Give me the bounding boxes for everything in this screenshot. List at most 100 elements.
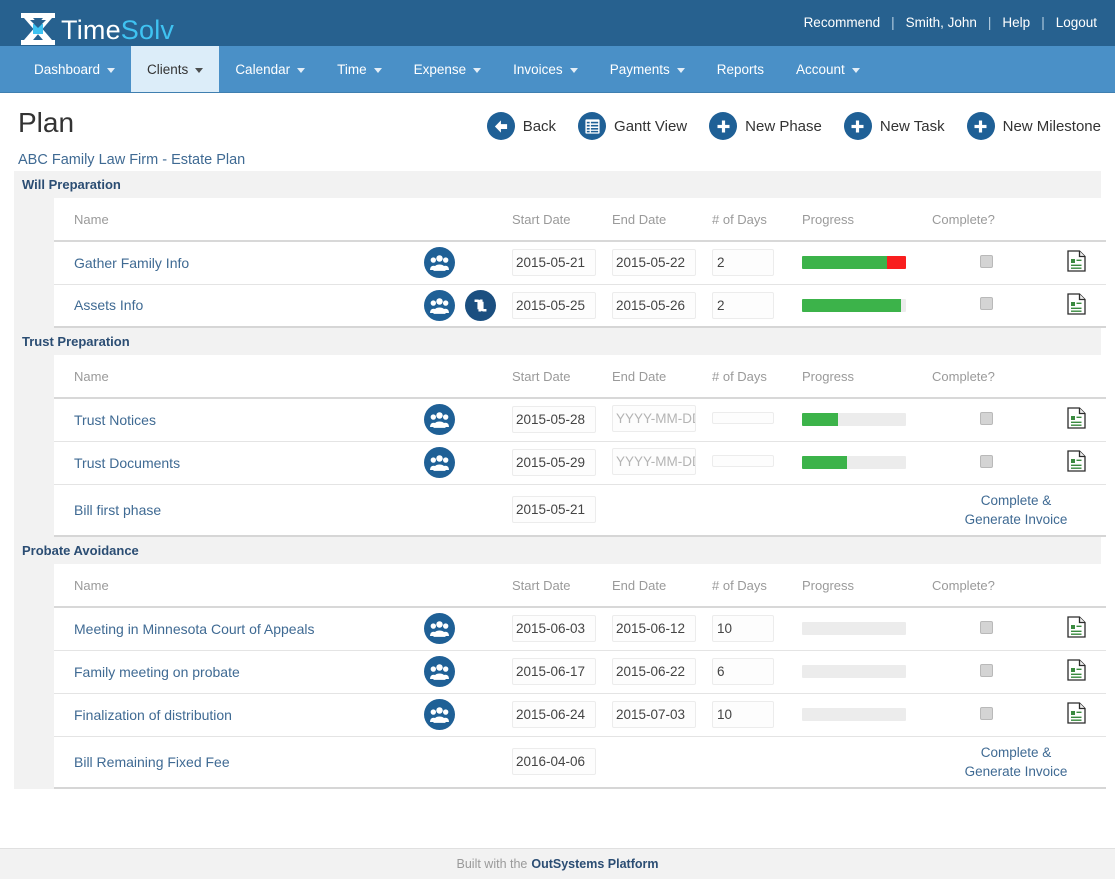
people-icon[interactable] [424, 699, 455, 730]
row-name-link[interactable]: Assets Info [74, 297, 143, 313]
start-date-input[interactable]: 2015-06-17 [512, 658, 596, 685]
new-milestone-button[interactable]: New Milestone [967, 112, 1101, 140]
days-input[interactable] [712, 412, 774, 424]
row-name-link[interactable]: Trust Notices [74, 412, 156, 428]
complete-checkbox[interactable] [980, 412, 993, 425]
progress-green-fill [802, 299, 901, 312]
people-icon[interactable] [424, 447, 455, 478]
end-date-cell [606, 736, 706, 788]
start-date-cell: 2015-05-21 [506, 241, 606, 284]
document-icon[interactable] [1067, 450, 1086, 475]
gantt-view-button[interactable]: Gantt View [578, 112, 687, 140]
nav-item-clients[interactable]: Clients [131, 46, 219, 92]
document-icon[interactable] [1067, 702, 1086, 727]
chevron-down-icon [570, 68, 578, 73]
logout-link[interactable]: Logout [1054, 15, 1099, 30]
complete-generate-invoice-link[interactable]: Complete &Generate Invoice [932, 743, 1100, 781]
recommend-link[interactable]: Recommend [802, 15, 883, 30]
people-icon[interactable] [424, 656, 455, 687]
new-task-button[interactable]: New Task [844, 112, 945, 140]
end-date-input[interactable]: YYYY-MM-DD [612, 448, 696, 475]
start-date-input[interactable]: 2015-05-21 [512, 496, 596, 523]
nav-item-reports[interactable]: Reports [701, 46, 780, 92]
end-date-input[interactable]: 2015-05-22 [612, 249, 696, 276]
user-link[interactable]: Smith, John [904, 15, 979, 30]
plan-section: Probate AvoidanceNameStart DateEnd Date#… [14, 537, 1101, 789]
nav-item-account[interactable]: Account [780, 46, 876, 92]
timesolv-logo[interactable]: TimeSolv [18, 0, 174, 46]
complete-checkbox[interactable] [980, 255, 993, 268]
new-phase-button[interactable]: New Phase [709, 112, 822, 140]
days-input[interactable]: 2 [712, 292, 774, 319]
days-input[interactable]: 6 [712, 658, 774, 685]
complete-checkbox[interactable] [980, 297, 993, 310]
table-row: Assets Info 2015-05-25 2015-05-26 2 [54, 284, 1106, 327]
nav-item-payments[interactable]: Payments [594, 46, 701, 92]
start-date-cell: 2015-06-24 [506, 693, 606, 736]
complete-generate-invoice-link[interactable]: Complete &Generate Invoice [932, 491, 1100, 529]
start-date-input[interactable]: 2015-05-21 [512, 249, 596, 276]
generate-invoice-line1: Complete & [981, 745, 1052, 760]
logo-solv-text: Solv [121, 15, 174, 45]
progress-bar [802, 708, 906, 721]
end-date-input[interactable]: 2015-07-03 [612, 701, 696, 728]
days-input[interactable]: 10 [712, 701, 774, 728]
people-icon[interactable] [424, 247, 455, 278]
end-date-input[interactable]: YYYY-MM-DD [612, 405, 696, 432]
progress-bar [802, 622, 906, 635]
complete-checkbox[interactable] [980, 621, 993, 634]
start-date-input[interactable]: 2015-05-28 [512, 406, 596, 433]
start-date-input[interactable]: 2015-06-24 [512, 701, 596, 728]
row-name-link[interactable]: Finalization of distribution [74, 707, 232, 723]
people-icon[interactable] [424, 290, 455, 321]
document-icon[interactable] [1067, 659, 1086, 684]
people-icon[interactable] [424, 404, 455, 435]
days-input[interactable]: 2 [712, 249, 774, 276]
people-icon[interactable] [424, 613, 455, 644]
row-name-link[interactable]: Gather Family Info [74, 255, 189, 271]
days-input[interactable] [712, 455, 774, 467]
action-label: New Milestone [1003, 118, 1101, 135]
progress-cell [796, 398, 926, 441]
complete-checkbox[interactable] [980, 707, 993, 720]
complete-cell [926, 607, 1046, 650]
back-button[interactable]: Back [487, 112, 556, 140]
document-icon[interactable] [1067, 293, 1086, 318]
end-date-input[interactable]: 2015-06-12 [612, 615, 696, 642]
progress-bar [802, 256, 906, 269]
table-row: Meeting in Minnesota Court of Appeals 201… [54, 607, 1106, 650]
complete-checkbox[interactable] [980, 664, 993, 677]
generate-invoice-line1: Complete & [981, 493, 1052, 508]
separator: | [979, 15, 1001, 30]
shekel-icon[interactable] [465, 290, 496, 321]
start-date-input[interactable]: 2016-04-06 [512, 748, 596, 775]
nav-item-calendar[interactable]: Calendar [219, 46, 321, 92]
days-input[interactable]: 10 [712, 615, 774, 642]
progress-cell [796, 607, 926, 650]
start-date-input[interactable]: 2015-05-25 [512, 292, 596, 319]
end-date-cell: 2015-05-26 [606, 284, 706, 327]
nav-item-time[interactable]: Time [321, 46, 398, 92]
help-link[interactable]: Help [1000, 15, 1032, 30]
nav-item-expense[interactable]: Expense [398, 46, 498, 92]
separator: | [882, 15, 904, 30]
nav-item-dashboard[interactable]: Dashboard [18, 46, 131, 92]
end-date-input[interactable]: 2015-05-26 [612, 292, 696, 319]
row-name-link[interactable]: Family meeting on probate [74, 664, 240, 680]
nav-item-invoices[interactable]: Invoices [497, 46, 594, 92]
document-icon[interactable] [1067, 616, 1086, 641]
table-row: Finalization of distribution 2015-06-24 20… [54, 693, 1106, 736]
row-name-link[interactable]: Meeting in Minnesota Court of Appeals [74, 621, 314, 637]
col-header-name: Name [54, 198, 414, 241]
end-date-input[interactable]: 2015-06-22 [612, 658, 696, 685]
complete-checkbox[interactable] [980, 455, 993, 468]
col-header-progress: Progress [796, 198, 926, 241]
row-name-link[interactable]: Bill first phase [74, 502, 161, 518]
row-name-link[interactable]: Bill Remaining Fixed Fee [74, 754, 230, 770]
document-icon[interactable] [1067, 407, 1086, 432]
row-name-link[interactable]: Trust Documents [74, 455, 180, 471]
document-icon[interactable] [1067, 250, 1086, 275]
start-date-input[interactable]: 2015-05-29 [512, 449, 596, 476]
end-date-cell [606, 484, 706, 536]
start-date-input[interactable]: 2015-06-03 [512, 615, 596, 642]
